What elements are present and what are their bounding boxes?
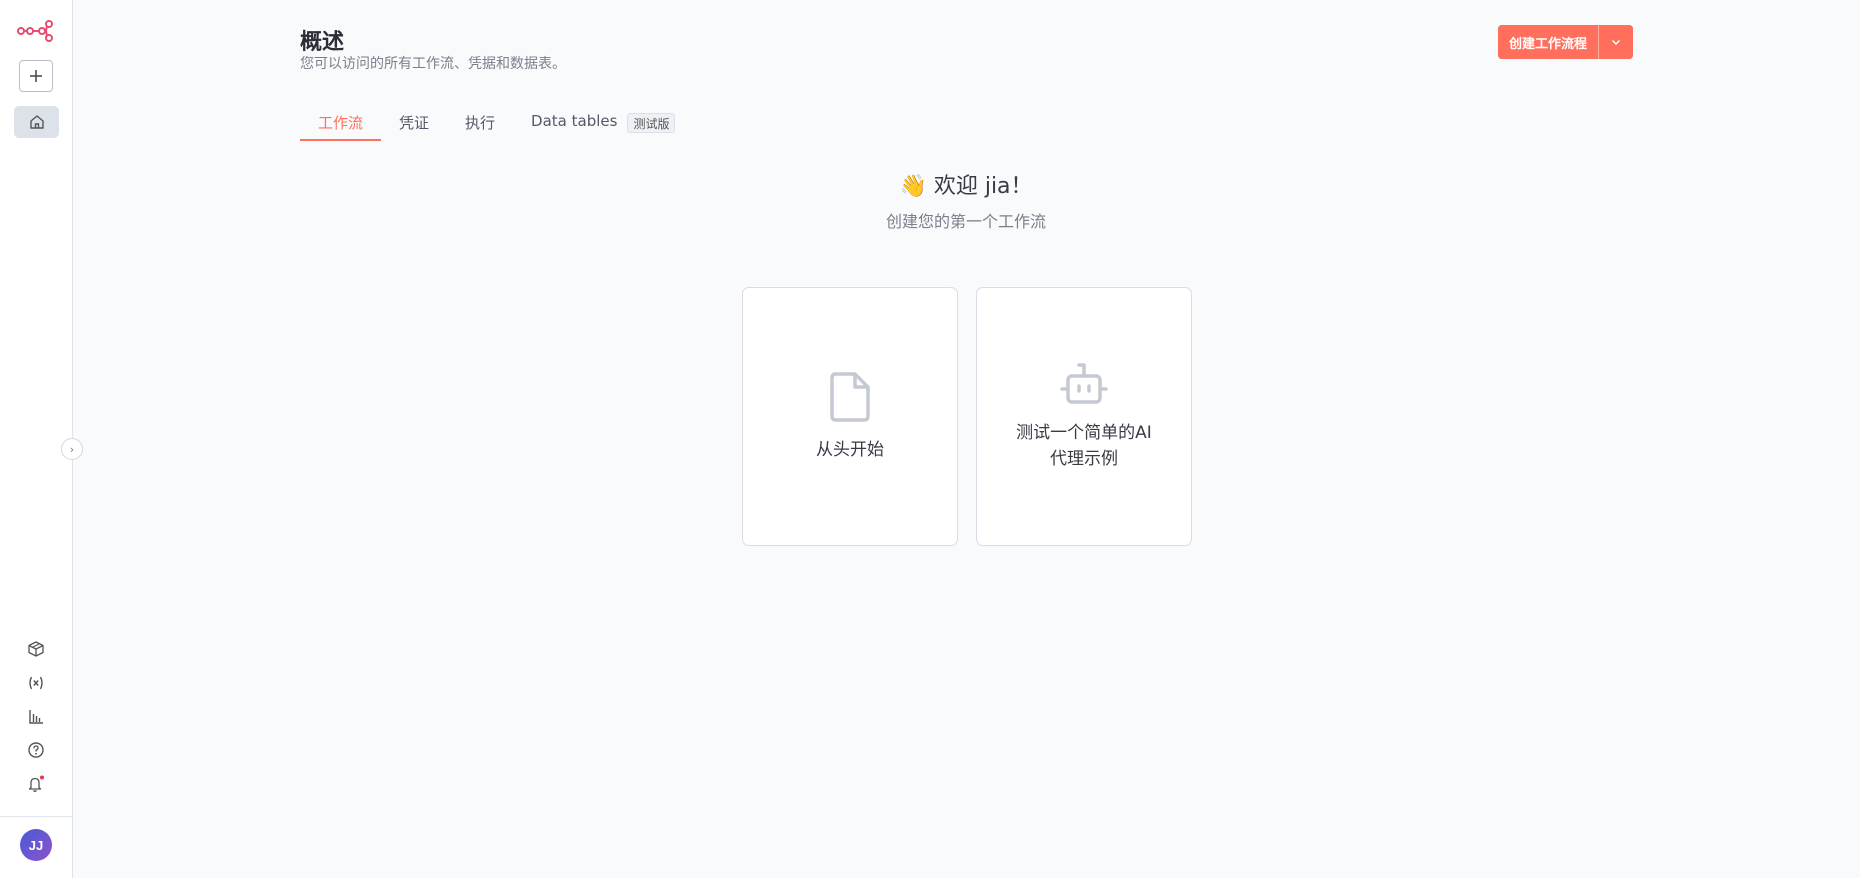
cube-icon — [28, 641, 44, 657]
welcome-heading: 👋 欢迎 jia！ — [0, 168, 1860, 200]
sidebar: JJ — [0, 0, 73, 878]
tab-data-tables[interactable]: Data tables 测试版 — [513, 110, 693, 142]
card-label: 测试一个简单的AI代理示例 — [1016, 422, 1152, 469]
tab-label: 工作流 — [318, 114, 364, 132]
tab-executions[interactable]: 执行 — [447, 110, 513, 142]
create-workflow-button-group: 创建工作流程 — [1498, 25, 1634, 59]
file-icon — [830, 371, 870, 422]
start-from-scratch-card[interactable]: 从头开始 — [742, 287, 958, 546]
collapse-sidebar-button[interactable]: › — [61, 438, 83, 460]
tab-credentials[interactable]: 凭证 — [381, 110, 447, 142]
home-button[interactable] — [14, 106, 59, 138]
help-circle-icon — [28, 742, 44, 758]
welcome-greeting: 欢迎 jia！ — [933, 174, 1033, 199]
add-button[interactable] — [19, 60, 53, 92]
chevron-right-icon: › — [69, 442, 75, 456]
home-icon — [29, 115, 44, 129]
variables-button[interactable] — [24, 671, 48, 695]
bar-chart-icon — [29, 710, 43, 724]
n8n-logo-icon[interactable] — [17, 20, 53, 42]
tab-label: Data tables — [531, 112, 618, 130]
ai-agent-example-card[interactable]: 测试一个简单的AI代理示例 — [976, 287, 1192, 546]
chevron-down-icon — [1611, 39, 1621, 46]
avatar-initials: JJ — [28, 837, 44, 853]
sidebar-divider — [0, 816, 72, 817]
create-workflow-button[interactable]: 创建工作流程 — [1498, 25, 1599, 59]
notification-dot — [40, 775, 44, 780]
create-options-dropdown-button[interactable] — [1599, 25, 1634, 59]
variables-icon — [29, 676, 43, 690]
notifications-button[interactable] — [24, 772, 48, 796]
bell-icon — [28, 775, 44, 792]
card-label: 从头开始 — [816, 439, 884, 460]
tab-label: 执行 — [465, 114, 496, 132]
tab-workflows[interactable]: 工作流 — [300, 110, 382, 142]
beta-badge: 测试版 — [627, 113, 676, 133]
help-button[interactable] — [24, 738, 48, 762]
robot-icon — [1060, 362, 1108, 404]
insights-button[interactable] — [24, 705, 48, 729]
plus-icon — [30, 70, 42, 82]
tabs: 工作流 凭证 执行 Data tables 测试版 — [300, 110, 693, 142]
page-title: 概述 — [300, 30, 345, 55]
avatar[interactable]: JJ — [20, 829, 52, 861]
welcome-subtitle: 创建您的第一个工作流 — [885, 212, 1046, 231]
templates-button[interactable] — [24, 637, 48, 661]
waving-hand-icon: 👋 — [899, 174, 927, 199]
page-subtitle: 您可以访问的所有工作流、凭据和数据表。 — [300, 56, 566, 72]
tab-label: 凭证 — [399, 114, 430, 132]
